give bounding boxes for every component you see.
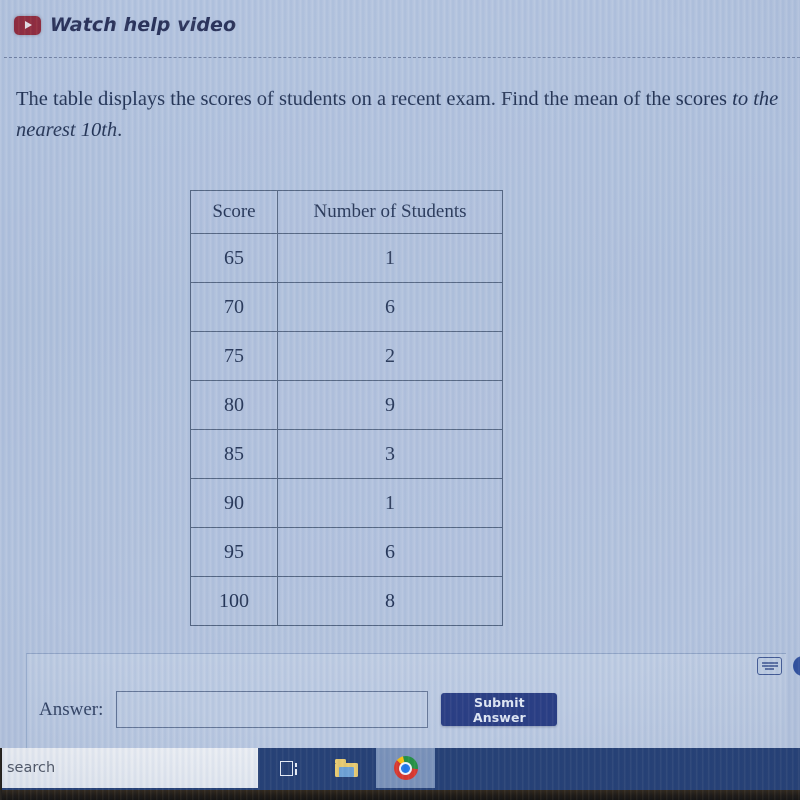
scores-table: Score Number of Students 65 1 70 6 75 2 … [190, 190, 503, 626]
answer-label: Answer: [39, 698, 104, 720]
taskbar-search-placeholder: search [7, 760, 56, 776]
cell-count: 6 [277, 527, 503, 577]
google-chrome-button[interactable] [376, 748, 435, 788]
chrome-icon [393, 756, 418, 780]
cell-score: 80 [190, 380, 278, 430]
watch-help-video-label: Watch help video [50, 14, 237, 36]
table-row: 80 9 [190, 380, 503, 430]
watch-help-video-link[interactable]: Watch help video [14, 14, 236, 36]
cell-count: 9 [277, 380, 503, 430]
submit-answer-button[interactable]: Submit Answer [441, 693, 558, 726]
question-text-end: . [117, 119, 123, 141]
cell-count: 1 [277, 233, 503, 283]
table-row: 95 6 [190, 527, 503, 577]
cell-count: 6 [277, 282, 503, 332]
windows-taskbar: search [0, 748, 800, 790]
table-header-row: Score Number of Students [190, 190, 503, 234]
cell-count: 2 [277, 331, 503, 381]
table-row: 90 1 [190, 478, 503, 528]
table-row: 100 8 [190, 576, 503, 626]
table-row: 75 2 [190, 331, 503, 381]
taskbar-search-box[interactable]: search [0, 748, 258, 788]
table-row: 70 6 [190, 282, 503, 332]
cell-count: 3 [277, 429, 503, 479]
question-text-main: The table displays the scores of student… [16, 88, 733, 110]
cell-count: 8 [277, 576, 503, 626]
question-page: Watch help video The table displays the … [0, 0, 800, 748]
task-view-icon [278, 760, 298, 776]
monitor-bezel-left [0, 748, 2, 800]
table-header-count: Number of Students [277, 190, 503, 234]
youtube-play-icon [14, 15, 41, 35]
task-view-button[interactable] [258, 748, 317, 788]
cell-score: 85 [190, 429, 278, 479]
cell-score: 70 [190, 282, 278, 332]
cell-score: 95 [190, 527, 278, 577]
keyboard-icon[interactable] [757, 657, 782, 675]
folder-icon [335, 759, 358, 777]
cell-score: 75 [190, 331, 278, 381]
header-divider [4, 57, 800, 58]
answer-row: Answer: Submit Answer [39, 691, 558, 728]
monitor-bezel [0, 790, 800, 800]
cell-score: 65 [190, 233, 278, 283]
cell-score: 100 [190, 576, 278, 626]
table-row: 65 1 [190, 233, 503, 283]
file-explorer-button[interactable] [317, 748, 376, 788]
question-prompt: The table displays the scores of student… [16, 84, 791, 146]
table-row: 85 3 [190, 429, 503, 479]
cell-score: 90 [190, 478, 278, 528]
cell-count: 1 [277, 478, 503, 528]
table-header-score: Score [190, 190, 278, 234]
answer-input[interactable] [116, 691, 429, 728]
help-bubble-icon[interactable] [793, 656, 800, 676]
taskbar-icons [258, 748, 435, 788]
